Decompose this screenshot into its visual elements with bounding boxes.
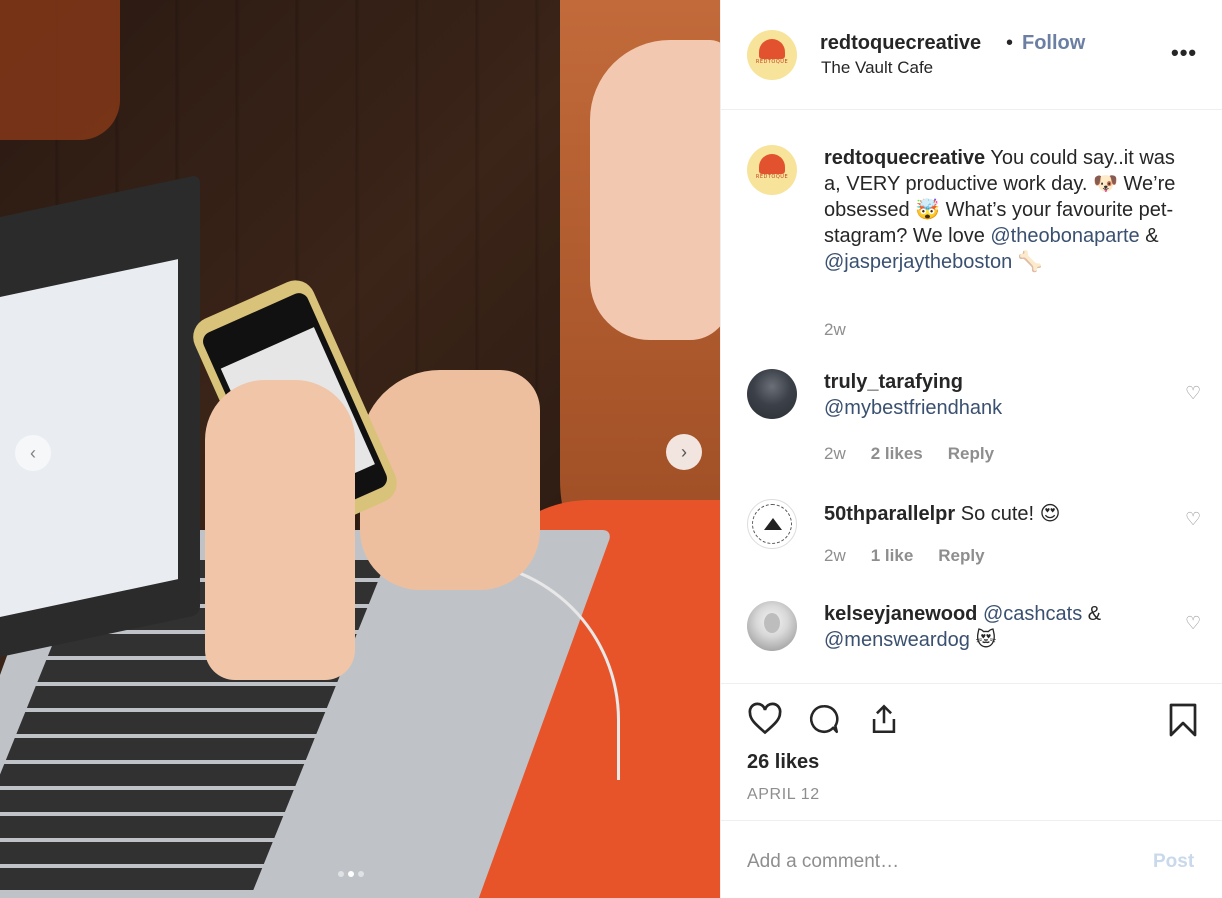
comment-like-heart-icon[interactable]: ♡: [1185, 509, 1201, 530]
comment-like-heart-icon[interactable]: ♡: [1185, 383, 1201, 404]
add-comment-bar: Add a comment… Post: [721, 820, 1222, 898]
comment-reply-button[interactable]: Reply: [938, 546, 984, 566]
photo-laptop-screen: [0, 174, 200, 666]
bookmark-icon[interactable]: [1167, 702, 1199, 743]
caption-username[interactable]: redtoquecreative: [824, 147, 985, 169]
post-photo[interactable]: ‹ ›: [0, 0, 720, 898]
carousel-next-button[interactable]: ›: [666, 434, 702, 470]
comment-like-heart-icon[interactable]: ♡: [1185, 613, 1201, 634]
caption-author-avatar[interactable]: REDTOQUE: [747, 145, 797, 195]
caption-mention[interactable]: @jasperjaytheboston: [824, 251, 1012, 273]
caption-age[interactable]: 2w: [824, 320, 846, 340]
more-options-icon[interactable]: •••: [1171, 40, 1197, 66]
comment-age[interactable]: 2w: [824, 444, 846, 464]
comment-text: 😻: [969, 629, 997, 651]
carousel-prev-button[interactable]: ‹: [15, 435, 51, 471]
carousel-dot: [338, 871, 344, 877]
caption-text: 🦴: [1012, 251, 1043, 273]
comment-username[interactable]: kelseyjanewood: [824, 603, 977, 625]
caption: redtoquecreative You could say..it was a…: [824, 145, 1184, 275]
commenter-avatar[interactable]: [747, 369, 797, 419]
comment-body: 50thparallelpr So cute! 😍: [824, 501, 1164, 527]
carousel-dots: [338, 871, 364, 877]
comment-mention[interactable]: @mensweardog: [824, 629, 970, 651]
comments-list[interactable]: REDTOQUE redtoquecreative You could say.…: [721, 111, 1222, 683]
comment-username[interactable]: 50thparallelpr: [824, 503, 955, 525]
toque-logo-icon: [759, 154, 785, 174]
toque-logo-icon: [759, 39, 785, 59]
post-header: REDTOQUE redtoquecreative • Follow The V…: [721, 0, 1222, 110]
comment-text: &: [1082, 603, 1102, 625]
comment-meta: 2w 2 likes Reply: [824, 444, 1019, 464]
caption-mention[interactable]: @theobonaparte: [990, 225, 1139, 247]
comment-mention[interactable]: @cashcats: [983, 603, 1082, 625]
comment-bubble-icon[interactable]: [807, 702, 841, 741]
comment-mention[interactable]: @mybestfriendhank: [824, 397, 1002, 419]
chevron-right-icon: ›: [681, 441, 687, 462]
comment-reply-button[interactable]: Reply: [948, 444, 994, 464]
post-actions: 26 likes APRIL 12: [721, 683, 1222, 820]
comment-username[interactable]: truly_tarafying: [824, 371, 963, 393]
post-location[interactable]: The Vault Cafe: [821, 58, 933, 78]
photo-background-chair: [0, 0, 120, 140]
comment-meta: 2w 1 like Reply: [824, 546, 1010, 566]
post-side-panel: REDTOQUE redtoquecreative • Follow The V…: [720, 0, 1222, 898]
logo-text: REDTOQUE: [755, 174, 789, 180]
header-separator: •: [1006, 32, 1014, 54]
comment-likes[interactable]: 2 likes: [871, 444, 923, 464]
photo-person-face: [590, 40, 720, 340]
likes-count[interactable]: 26 likes: [747, 751, 819, 774]
share-icon[interactable]: [867, 702, 901, 741]
comment-likes[interactable]: 1 like: [871, 546, 914, 566]
comment-body: kelseyjanewood @cashcats & @mensweardog …: [824, 601, 1164, 653]
comment-age[interactable]: 2w: [824, 546, 846, 566]
caption-text: &: [1139, 225, 1159, 247]
like-heart-icon[interactable]: [747, 702, 783, 741]
comment-text: So cute! 😍: [955, 503, 1061, 525]
commenter-avatar[interactable]: [747, 601, 797, 651]
carousel-dot-active: [348, 871, 354, 877]
author-avatar[interactable]: REDTOQUE: [747, 30, 797, 80]
add-comment-input[interactable]: Add a comment…: [747, 851, 899, 873]
photo-hand-left: [205, 380, 355, 680]
commenter-avatar[interactable]: [747, 499, 797, 549]
logo-text: REDTOQUE: [755, 59, 789, 65]
carousel-dot: [358, 871, 364, 877]
chevron-left-icon: ‹: [30, 442, 36, 463]
follow-button[interactable]: Follow: [1022, 32, 1085, 55]
post-comment-button[interactable]: Post: [1153, 851, 1194, 873]
mountain-icon: [764, 518, 782, 530]
author-username[interactable]: redtoquecreative: [820, 32, 981, 55]
post-date[interactable]: APRIL 12: [747, 786, 820, 804]
comment-body: truly_tarafying @mybestfriendhank: [824, 369, 1164, 421]
